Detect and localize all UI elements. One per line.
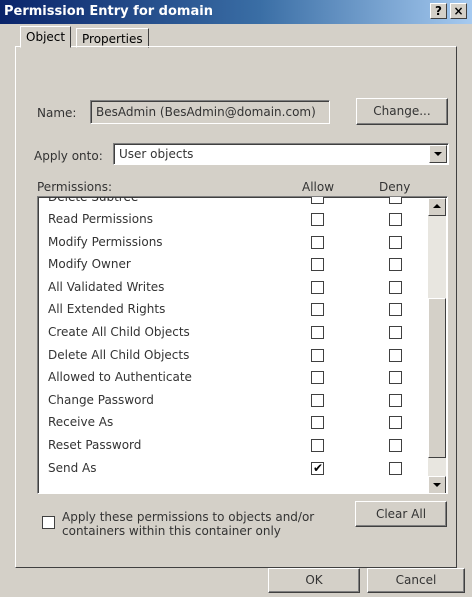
- tab-properties[interactable]: Properties: [76, 28, 149, 48]
- close-button[interactable]: ×: [450, 3, 467, 19]
- object-tab-panel: [15, 46, 457, 568]
- help-icon: ?: [435, 4, 442, 18]
- ok-label: OK: [305, 573, 323, 587]
- tab-object[interactable]: Object: [20, 26, 72, 48]
- tab-properties-label: Properties: [82, 32, 143, 46]
- ok-button[interactable]: OK: [268, 568, 360, 593]
- close-icon: ×: [453, 4, 464, 18]
- permission-entry-dialog: Permission Entry for domain ? × Object P…: [0, 0, 472, 597]
- cancel-button[interactable]: Cancel: [367, 568, 465, 593]
- cancel-label: Cancel: [395, 573, 437, 587]
- tab-object-label: Object: [26, 30, 66, 44]
- title-bar: Permission Entry for domain: [0, 0, 472, 24]
- help-button[interactable]: ?: [430, 3, 447, 19]
- window-title: Permission Entry for domain: [4, 4, 213, 19]
